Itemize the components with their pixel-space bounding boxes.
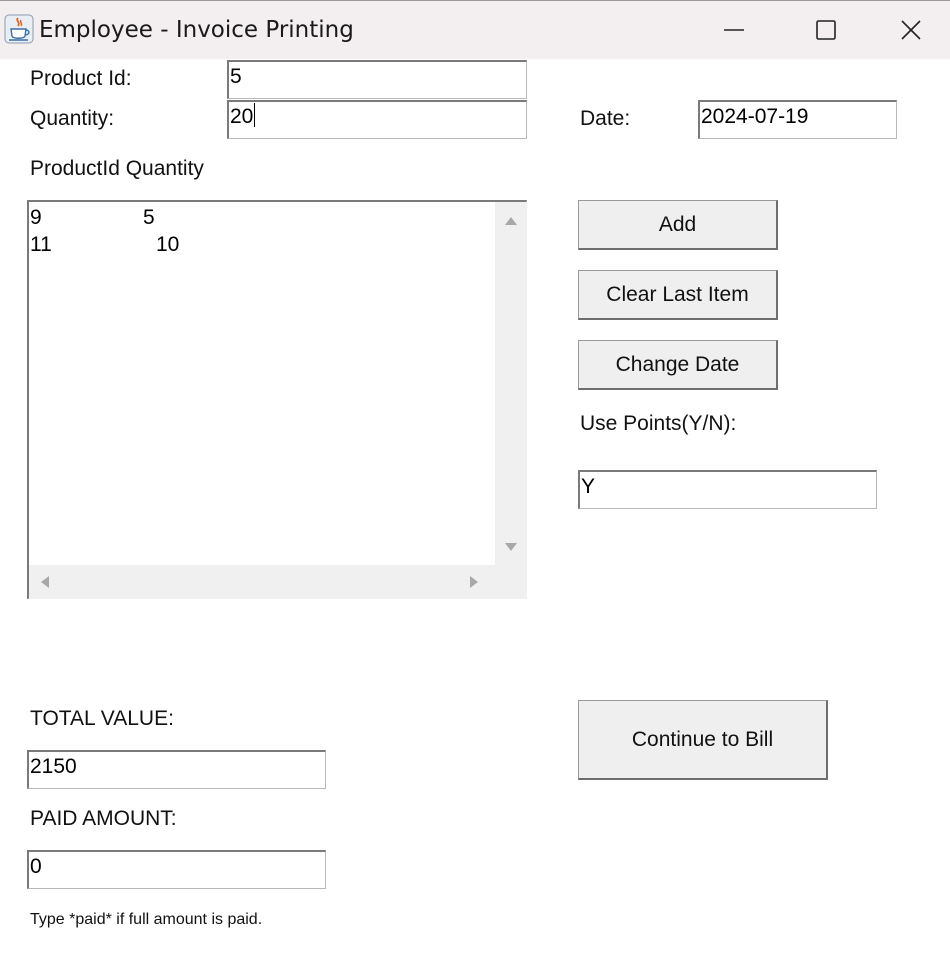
total-value-label: TOTAL VALUE: xyxy=(30,707,174,730)
item-product-id: 9 xyxy=(30,206,42,229)
date-value: 2024-07-19 xyxy=(701,105,809,128)
minimize-button[interactable] xyxy=(688,1,780,59)
item-quantity: 10 xyxy=(156,233,180,256)
clear-last-item-button[interactable]: Clear Last Item xyxy=(578,270,778,320)
scroll-right-arrow-icon[interactable] xyxy=(470,576,478,588)
item-product-id: 11 xyxy=(30,233,52,256)
product-id-value: 5 xyxy=(230,65,242,88)
items-list: 9 5 11 10 xyxy=(30,204,492,564)
product-id-label: Product Id: xyxy=(30,67,132,90)
item-quantity: 5 xyxy=(143,206,155,229)
title-bar: Employee - Invoice Printing xyxy=(0,0,950,59)
close-button[interactable] xyxy=(872,1,950,59)
total-value-field[interactable]: 2150 xyxy=(27,750,326,789)
paid-hint-text: Type *paid* if full amount is paid. xyxy=(30,911,263,928)
total-value-value: 2150 xyxy=(30,755,77,778)
list-item: 9 5 xyxy=(30,204,492,231)
scroll-down-arrow-icon[interactable] xyxy=(505,543,517,551)
close-icon xyxy=(901,20,921,40)
paid-amount-field[interactable]: 0 xyxy=(27,850,326,889)
use-points-value: Y xyxy=(581,475,596,498)
date-field[interactable]: 2024-07-19 xyxy=(698,100,897,139)
quantity-field[interactable]: 20 xyxy=(227,100,527,139)
maximize-button[interactable] xyxy=(780,1,872,59)
horizontal-scrollbar[interactable] xyxy=(29,565,527,599)
scroll-left-arrow-icon[interactable] xyxy=(41,576,49,588)
use-points-label: Use Points(Y/N): xyxy=(580,412,737,435)
product-id-field[interactable]: 5 xyxy=(227,60,527,99)
minimize-icon xyxy=(724,29,744,31)
quantity-value: 20 xyxy=(230,105,254,128)
window-title: Employee - Invoice Printing xyxy=(39,17,354,43)
maximize-icon xyxy=(816,20,836,40)
date-label: Date: xyxy=(580,107,631,130)
use-points-field[interactable]: Y xyxy=(578,470,877,509)
list-item: 11 10 xyxy=(30,231,492,258)
items-header: ProductId Quantity xyxy=(30,157,204,180)
change-date-button[interactable]: Change Date xyxy=(578,340,778,390)
scroll-up-arrow-icon[interactable] xyxy=(505,217,517,225)
text-caret xyxy=(254,103,256,127)
invoice-window: Employee - Invoice Printing Product Id: … xyxy=(0,0,950,972)
paid-amount-value: 0 xyxy=(30,855,42,878)
quantity-label: Quantity: xyxy=(30,107,115,130)
add-button[interactable]: Add xyxy=(578,200,778,250)
paid-amount-label: PAID AMOUNT: xyxy=(30,807,177,830)
items-textarea[interactable]: 9 5 11 10 xyxy=(27,200,527,599)
java-cup-icon xyxy=(4,14,34,44)
vertical-scrollbar[interactable] xyxy=(495,202,527,565)
continue-to-bill-button[interactable]: Continue to Bill xyxy=(578,700,828,780)
